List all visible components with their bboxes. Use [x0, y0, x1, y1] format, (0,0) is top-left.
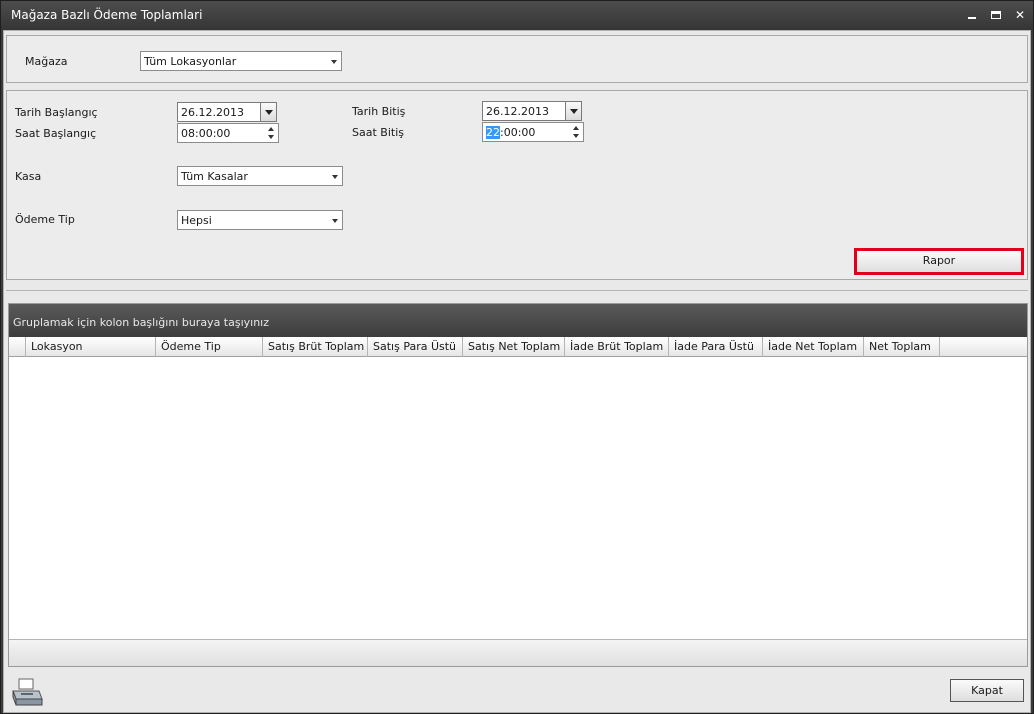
row-indicator-header: [9, 337, 26, 357]
grid-footer: [9, 639, 1027, 666]
column-header-net-total[interactable]: Net Toplam: [864, 337, 940, 357]
store-select-value: Tüm Lokasyonlar: [144, 55, 237, 68]
spin-down-icon[interactable]: [268, 135, 274, 139]
column-header-payment-type[interactable]: Ödeme Tip: [156, 337, 263, 357]
chevron-down-icon: [332, 219, 338, 223]
start-date-picker[interactable]: 26.12.2013: [177, 102, 277, 122]
maximize-icon: [991, 11, 1001, 19]
end-time-hour-selected: 22: [486, 126, 500, 139]
minimize-icon: [968, 17, 976, 19]
column-header-sales-change[interactable]: Satış Para Üstü: [368, 337, 463, 357]
end-date-picker[interactable]: 26.12.2013: [482, 101, 582, 121]
spin-up-icon[interactable]: [573, 126, 579, 130]
column-header-return-gross[interactable]: İade Brüt Toplam: [565, 337, 669, 357]
register-select-value: Tüm Kasalar: [181, 170, 248, 183]
start-time-spinner[interactable]: 08:00:00: [177, 123, 279, 143]
chevron-down-icon: [332, 175, 338, 179]
maximize-button[interactable]: [987, 7, 1005, 23]
store-panel: Mağaza Tüm Lokasyonlar: [6, 35, 1028, 83]
spin-down-icon[interactable]: [573, 134, 579, 138]
spin-up-icon[interactable]: [268, 127, 274, 131]
start-time-label: Saat Başlangıç: [15, 127, 97, 140]
register-label: Kasa: [15, 170, 42, 183]
end-date-value: 26.12.2013: [486, 105, 549, 118]
report-button[interactable]: Rapor: [854, 248, 1024, 275]
report-window: Mağaza Bazlı Ödeme Toplamlari ✕ Mağaza T…: [0, 0, 1034, 714]
column-header-sales-net[interactable]: Satış Net Toplam: [463, 337, 565, 357]
grid-header: Lokasyon Ödeme Tip Satış Brüt Toplam Sat…: [9, 337, 1027, 357]
client-area: Mağaza Tüm Lokasyonlar Tarih Başlangıç 2…: [3, 30, 1031, 713]
close-button[interactable]: Kapat: [950, 679, 1024, 702]
window-title: Mağaza Bazlı Ödeme Toplamlari: [11, 8, 203, 22]
payment-type-label: Ödeme Tip: [15, 213, 75, 226]
close-window-button[interactable]: ✕: [1011, 7, 1029, 23]
printer-icon[interactable]: [10, 677, 44, 707]
title-bar[interactable]: Mağaza Bazlı Ödeme Toplamlari ✕: [1, 1, 1033, 30]
end-time-spinner[interactable]: 22:00:00: [482, 122, 584, 142]
column-header-return-change[interactable]: İade Para Üstü: [669, 337, 763, 357]
group-by-hint: Gruplamak için kolon başlığını buraya ta…: [13, 316, 270, 329]
payment-type-select[interactable]: Hepsi: [177, 210, 343, 230]
chevron-down-icon: [331, 60, 337, 64]
close-icon: ✕: [1014, 8, 1026, 22]
payment-type-select-value: Hepsi: [181, 214, 212, 227]
column-header-sales-gross[interactable]: Satış Brüt Toplam: [263, 337, 368, 357]
group-by-panel[interactable]: Gruplamak için kolon başlığını buraya ta…: [9, 304, 1027, 337]
column-header-return-net[interactable]: İade Net Toplam: [763, 337, 864, 357]
column-header-location[interactable]: Lokasyon: [26, 337, 156, 357]
end-date-dropdown-button[interactable]: [565, 102, 581, 120]
start-time-value: 08:00:00: [181, 127, 231, 140]
end-date-label: Tarih Bitiş: [352, 105, 406, 118]
chevron-down-icon: [265, 110, 273, 115]
register-select[interactable]: Tüm Kasalar: [177, 166, 343, 186]
chevron-down-icon: [570, 109, 578, 114]
store-label: Mağaza: [25, 55, 68, 68]
start-date-dropdown-button[interactable]: [260, 103, 276, 121]
results-grid: Gruplamak için kolon başlığını buraya ta…: [8, 303, 1028, 667]
store-select[interactable]: Tüm Lokasyonlar: [140, 51, 342, 71]
minimize-button[interactable]: [963, 7, 981, 23]
start-date-value: 26.12.2013: [181, 106, 244, 119]
start-date-label: Tarih Başlangıç: [15, 106, 98, 119]
end-time-rest: :00:00: [500, 126, 536, 139]
divider: [6, 290, 1028, 291]
end-time-value: 22:00:00: [486, 126, 535, 139]
end-time-label: Saat Bitiş: [352, 126, 404, 139]
